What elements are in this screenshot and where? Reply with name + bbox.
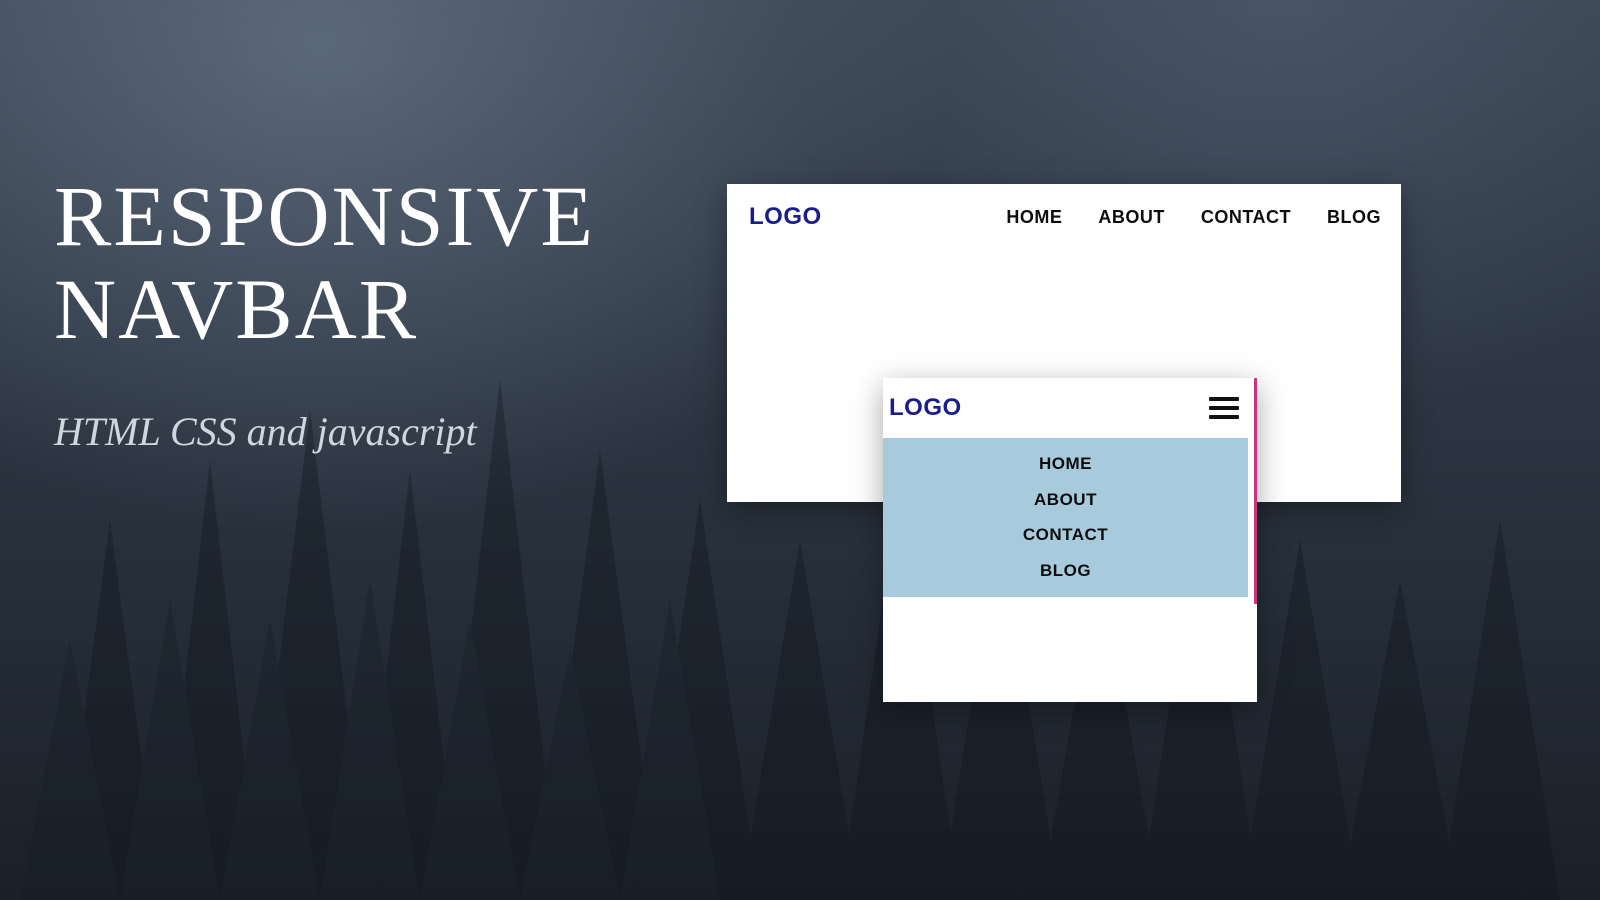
mobile-navbar-header: LOGO bbox=[883, 378, 1257, 438]
hamburger-icon[interactable] bbox=[1209, 397, 1239, 419]
desktop-logo[interactable]: LOGO bbox=[749, 203, 822, 231]
mobile-logo[interactable]: LOGO bbox=[889, 394, 962, 422]
nav-link-blog[interactable]: BLOG bbox=[1327, 207, 1381, 228]
mobile-link-home[interactable]: HOME bbox=[1039, 454, 1092, 474]
nav-link-about[interactable]: ABOUT bbox=[1098, 207, 1165, 228]
hero-subtitle: HTML CSS and javascript bbox=[54, 408, 595, 455]
mobile-preview-panel: LOGO HOME ABOUT CONTACT BLOG bbox=[883, 378, 1257, 702]
hero-title-line-2: NAVBAR bbox=[54, 263, 595, 356]
hero-title-line-1: RESPONSIVE bbox=[54, 170, 595, 263]
mobile-link-contact[interactable]: CONTACT bbox=[1023, 525, 1108, 545]
mobile-dropdown-menu: HOME ABOUT CONTACT BLOG bbox=[883, 438, 1248, 597]
slide-stage: RESPONSIVE NAVBAR HTML CSS and javascrip… bbox=[0, 0, 1600, 900]
hero-text: RESPONSIVE NAVBAR HTML CSS and javascrip… bbox=[54, 170, 595, 455]
desktop-navbar: LOGO HOME ABOUT CONTACT BLOG bbox=[727, 184, 1401, 250]
desktop-nav-links: HOME ABOUT CONTACT BLOG bbox=[1006, 207, 1381, 228]
nav-link-home[interactable]: HOME bbox=[1006, 207, 1062, 228]
nav-link-contact[interactable]: CONTACT bbox=[1201, 207, 1291, 228]
mobile-link-blog[interactable]: BLOG bbox=[1040, 561, 1091, 581]
mobile-link-about[interactable]: ABOUT bbox=[1034, 490, 1097, 510]
